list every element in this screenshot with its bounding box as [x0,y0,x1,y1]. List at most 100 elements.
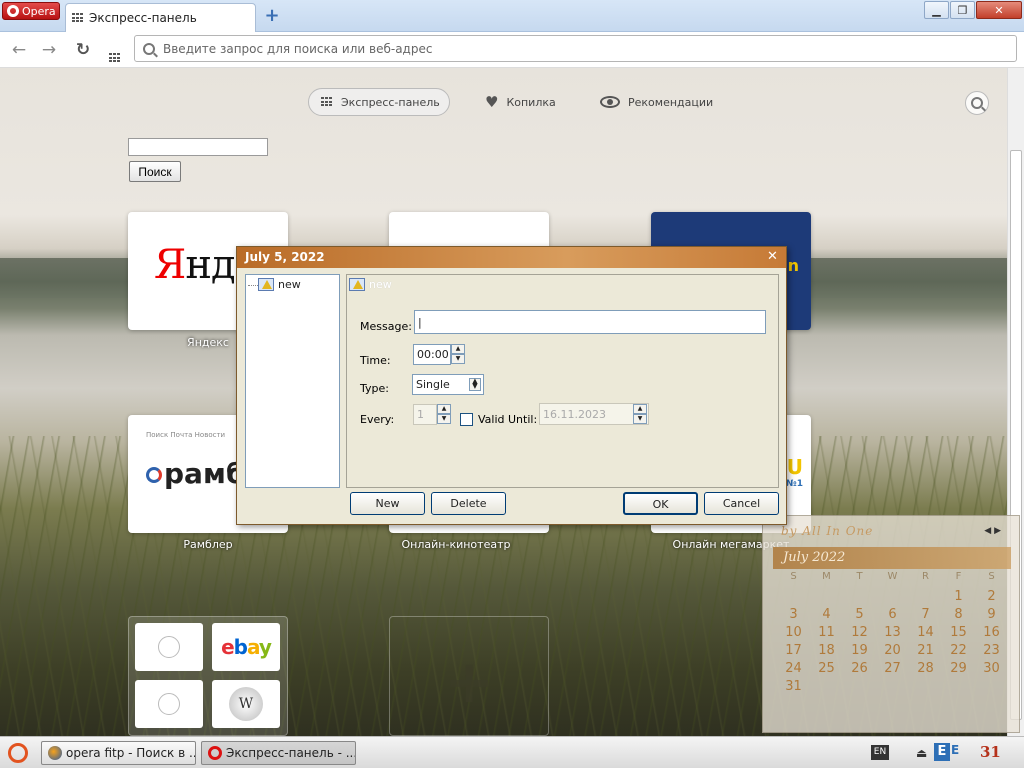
eye-icon [600,96,620,108]
reload-button[interactable]: ↻ [73,40,93,60]
type-select[interactable]: Single ▲ ▼ [412,374,484,395]
opera-menu-button[interactable]: Opera [2,2,60,20]
mini-tile-blank-1[interactable] [135,623,203,671]
speed-dial-grid-icon [109,53,121,63]
forward-button[interactable]: → [39,40,59,60]
calendar-day[interactable]: 24 [777,661,810,679]
calendar-day[interactable]: 20 [876,643,909,661]
calendar-weekday: S [988,571,995,582]
keyboard-layout-indicator[interactable]: EN [871,745,889,760]
nav-speed-dial-label: Экспресс-панель [341,95,440,109]
calendar-day[interactable]: 12 [843,625,876,643]
page-search-button[interactable]: Поиск [129,161,181,182]
reminder-icon [258,278,274,291]
calendar-day[interactable]: 19 [843,643,876,661]
new-tab-button[interactable]: + [262,6,282,26]
calendar-day[interactable]: 21 [909,643,942,661]
dialog-titlebar: July 5, 2022 ✕ [237,247,786,268]
eject-icon[interactable]: ⏏ [916,746,927,760]
calendar-nav-arrows[interactable]: ◀ ▶ [984,526,1001,536]
reminder-detail-panel: new Message: | Time: 00:00 ▲▼ Type: Sing… [346,274,779,488]
taskbar-item-firefox[interactable]: opera fitp - Поиск в ... [41,741,196,765]
page-search-input[interactable] [128,138,268,156]
calendar-day[interactable]: 14 [909,625,942,643]
dialog-close-button[interactable]: ✕ [764,249,781,265]
calendar-day[interactable]: 26 [843,661,876,679]
rambler-top-links: Поиск Почта Новости [146,431,226,439]
detail-header: new [349,278,392,291]
calendar-day[interactable]: 25 [810,661,843,679]
opera-menu-label: Opera [22,4,56,18]
tree-item-new[interactable]: new [248,278,301,291]
speed-dial-search-button[interactable] [965,91,989,115]
calendar-day[interactable]: 6 [876,607,909,625]
mini-tile-blank-2[interactable] [135,680,203,728]
valid-until-checkbox[interactable] [460,413,473,426]
tile-label-online-cinema: Онлайн-кинотеатр [401,538,511,551]
message-value: | [418,315,422,329]
calendar-day[interactable]: 1 [942,589,975,607]
every-spinner[interactable]: ▲ ▼ [437,404,451,424]
calendar-day[interactable]: 30 [975,661,1008,679]
valid-until-spinner[interactable]: ▲ ▼ [633,404,647,424]
calendar-day[interactable]: 8 [942,607,975,625]
calendar-day[interactable]: 11 [810,625,843,643]
calendar-day[interactable]: 17 [777,643,810,661]
spreadsheet-icon[interactable]: E [951,743,967,761]
calendar-day[interactable]: 22 [942,643,975,661]
mini-tile-ebay[interactable]: ebay [212,623,280,671]
calendar-day[interactable]: 15 [942,625,975,643]
every-input[interactable]: 1 [413,404,437,425]
calendar-day[interactable]: 29 [942,661,975,679]
cancel-button[interactable]: Cancel [704,492,779,515]
taskbar-item-opera[interactable]: Экспресс-панель - ... [201,741,356,765]
new-button[interactable]: New [350,492,425,515]
ok-button[interactable]: OK [623,492,698,515]
ubuntu-menu-icon[interactable] [8,743,28,763]
calendar-day[interactable]: 10 [777,625,810,643]
calendar-day[interactable]: 4 [810,607,843,625]
delete-button[interactable]: Delete [431,492,506,515]
calendar-day[interactable]: 23 [975,643,1008,661]
heart-icon: ♥ [485,93,499,111]
calendar-weekday: T [856,571,863,582]
calendar-day[interactable]: 5 [843,607,876,625]
tray-e-icon[interactable]: E [934,743,950,761]
nav-stash[interactable]: ♥ Копилка [485,88,556,116]
reminder-icon [349,278,365,291]
address-placeholder: Введите запрос для поиска или веб-адрес [163,41,433,56]
time-input[interactable]: 00:00 [413,344,451,365]
tile-label-rambler: Рамблер [183,538,233,551]
calendar-day[interactable]: 2 [975,589,1008,607]
reminder-tree[interactable]: new [245,274,340,488]
calendar-weekday: F [955,571,962,582]
maximize-button[interactable]: ❐ [950,1,975,19]
globe-icon [158,693,180,715]
tile-folder[interactable]: ebay W [128,616,288,736]
calendar-day[interactable]: 28 [909,661,942,679]
nav-speed-dial[interactable]: Экспресс-панель [308,88,450,116]
minimize-button[interactable]: ▁ [924,1,949,19]
back-button[interactable]: ← [9,40,29,60]
nav-recommendations[interactable]: Рекомендации [600,88,713,116]
add-tile-button[interactable]: + [389,616,549,736]
calendar-tray-icon[interactable]: 31 [980,743,1006,763]
tab-speed-dial[interactable]: Экспресс-панель [65,3,256,32]
search-icon [143,42,155,55]
calendar-day[interactable]: 27 [876,661,909,679]
close-window-button[interactable]: ✕ [976,1,1022,19]
speed-dial-nav-button[interactable] [105,40,125,63]
time-spinner[interactable]: ▲ ▼ [451,344,465,364]
calendar-day[interactable]: 13 [876,625,909,643]
address-bar[interactable]: Введите запрос для поиска или веб-адрес [134,35,1017,62]
calendar-day[interactable]: 18 [810,643,843,661]
message-input[interactable]: | [414,310,766,334]
calendar-day[interactable]: 9 [975,607,1008,625]
calendar-day[interactable]: 7 [909,607,942,625]
calendar-day[interactable]: 16 [975,625,1008,643]
calendar-day[interactable]: 3 [777,607,810,625]
mini-tile-wikipedia[interactable]: W [212,680,280,728]
calendar-day[interactable]: 31 [777,679,810,697]
opera-icon [208,746,222,760]
calendar-weekday: M [822,571,831,582]
